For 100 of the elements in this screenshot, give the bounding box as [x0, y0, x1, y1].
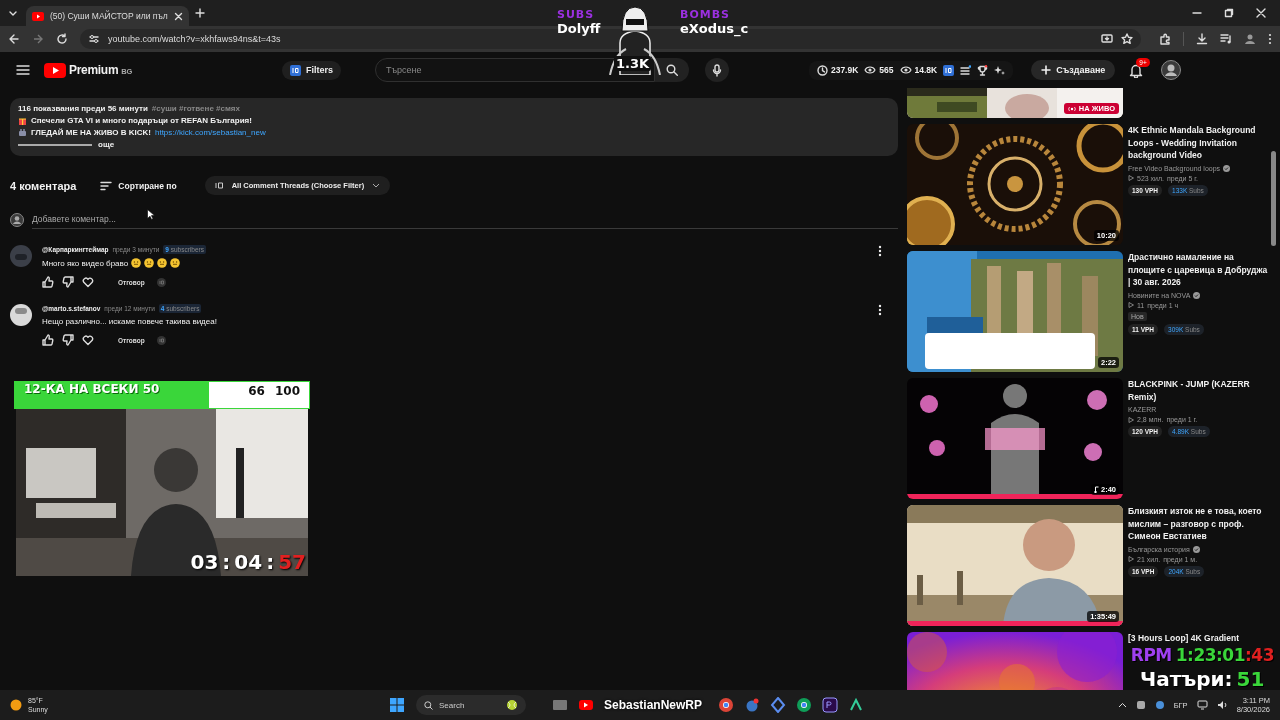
close-icon[interactable] — [1256, 8, 1266, 18]
emoji-icon — [170, 258, 181, 268]
video-title[interactable]: BLACKPINK - JUMP (KAZERR Remix) — [1128, 378, 1268, 403]
voice-search-button[interactable] — [704, 58, 729, 82]
site-info-icon[interactable] — [88, 33, 100, 45]
media-icon[interactable] — [1220, 33, 1232, 45]
play-icon — [1128, 302, 1134, 308]
browser-icon[interactable] — [718, 697, 735, 713]
video-title[interactable]: 4K Ethnic Mandala Background Loops - Wedding Invitation background Video — [1128, 124, 1268, 162]
more-icon[interactable] — [878, 304, 882, 316]
video-description[interactable]: 116 показвания преди 56 минути #суши #готвене #смях Спечели GTA VI и много подаръци от REFAN България! ГЛЕДАЙ МЕ НА ЖИВО В KICK! https://kick.com/sebastian_new още — [10, 98, 898, 156]
emoji-icon — [131, 258, 142, 268]
weather-sun-icon[interactable] — [10, 699, 22, 711]
menu-icon[interactable] — [16, 64, 30, 76]
premiere-icon[interactable] — [822, 697, 839, 713]
trophy-icon[interactable] — [977, 64, 989, 76]
chatters-counter: Чатъри: 51 — [1140, 667, 1265, 691]
countdown-timer: 03 : 04 : 57 — [190, 550, 306, 574]
chevron-down-icon — [372, 183, 381, 188]
avatar-icon[interactable] — [1161, 60, 1182, 80]
eye-icon — [864, 65, 877, 75]
goal-label: 12-КА НА ВСЕКИ 50 — [24, 382, 160, 396]
like-icon[interactable] — [42, 276, 54, 288]
tennis-ball-icon — [506, 699, 518, 711]
download-icon[interactable] — [1196, 33, 1208, 45]
streamer-icon — [18, 128, 27, 137]
app-icon[interactable] — [744, 697, 761, 713]
comment-text: Нещо различно... искаме повече такива видеа! — [42, 317, 217, 326]
app-icon[interactable] — [848, 697, 865, 713]
microphone-icon — [711, 63, 722, 77]
sort-button[interactable]: Сортиране по — [100, 180, 177, 191]
comment-count: 4 коментара — [10, 179, 77, 192]
app-icon[interactable] — [770, 697, 787, 713]
more-link[interactable]: още — [98, 140, 115, 149]
play-icon — [1128, 416, 1134, 423]
avatar-icon — [10, 213, 24, 227]
more-icon[interactable] — [878, 245, 882, 257]
tray-icon[interactable] — [1135, 700, 1146, 710]
heart-icon[interactable] — [82, 334, 94, 346]
heart-icon[interactable] — [82, 276, 94, 288]
dislike-icon[interactable] — [62, 334, 74, 346]
reload-icon[interactable] — [56, 33, 68, 45]
search-icon — [424, 700, 433, 710]
taskbar-search[interactable]: Search — [416, 695, 526, 715]
dislike-icon[interactable] — [62, 276, 74, 288]
stat-value: 565 — [879, 65, 894, 75]
create-button[interactable]: Създаване — [1031, 60, 1116, 80]
volume-icon[interactable] — [1216, 700, 1228, 710]
video-title[interactable]: [3 Hours Loop] 4K Gradient — [1128, 632, 1268, 645]
play-icon — [1128, 556, 1134, 562]
search-button[interactable] — [654, 58, 689, 82]
overlay-label: BOMBS — [680, 8, 731, 22]
logo-text[interactable]: Premium — [69, 63, 119, 77]
video-app-icon[interactable] — [578, 697, 594, 713]
extensions-icon[interactable] — [1159, 33, 1171, 45]
browser-icon[interactable] — [796, 697, 813, 713]
close-icon[interactable] — [173, 11, 183, 21]
avatar-icon[interactable] — [10, 304, 32, 326]
tray-icon[interactable] — [1154, 700, 1165, 710]
hashtags[interactable]: #суши #готвене #смях — [151, 104, 240, 113]
menu-icon[interactable] — [1268, 33, 1272, 45]
description-link[interactable]: https://kick.com/sebastian_new — [154, 128, 266, 137]
filters-button[interactable]: Filters — [281, 60, 341, 80]
start-icon[interactable] — [390, 698, 404, 712]
video-logo-icon[interactable] — [44, 62, 66, 78]
profile-icon[interactable] — [1244, 33, 1256, 45]
streamer-name: SebastianNewRP — [604, 698, 703, 712]
plus-icon — [1041, 65, 1052, 75]
description-line: Спечели GTA VI и много подаръци от REFAN България! — [31, 116, 252, 125]
emoji-icon — [144, 258, 155, 268]
video-title[interactable]: Близкият изток не е това, което мислим – разговор с проф. Симеон Евстатиев — [1128, 505, 1268, 543]
new-tab-icon[interactable] — [194, 8, 205, 18]
rpm-counter: RPM 1:23:01:43 — [1130, 645, 1274, 665]
sparkle-icon[interactable] — [994, 64, 1006, 76]
like-icon[interactable] — [42, 334, 54, 346]
description-line: ГЛЕДАЙ МЕ НА ЖИВО В KICK! — [31, 128, 151, 137]
forward-icon[interactable] — [32, 33, 44, 45]
install-icon[interactable] — [1101, 33, 1113, 45]
star-icon[interactable] — [1121, 33, 1133, 45]
network-icon[interactable] — [1196, 700, 1208, 710]
video-site-icon — [32, 11, 44, 21]
comment-input[interactable]: Добавете коментар... — [32, 211, 898, 229]
list-icon[interactable] — [960, 64, 972, 76]
emoji-icon — [157, 258, 168, 268]
browser-tab[interactable]: (50) Суши МАЙСТОР или пъл — [26, 6, 189, 26]
search-icon — [665, 64, 678, 76]
files-icon[interactable] — [552, 697, 568, 713]
restore-icon[interactable] — [1224, 8, 1234, 18]
sort-icon — [100, 180, 113, 191]
chevron-up-icon[interactable] — [1117, 702, 1127, 708]
back-icon[interactable] — [8, 33, 20, 45]
overlay-label: SUBS — [557, 8, 596, 22]
video-meta: 116 показвания преди 56 минути — [18, 104, 148, 113]
overlay-count: 1.3K — [614, 56, 652, 71]
goal-total: 100 — [274, 384, 300, 398]
goal-current: 66 — [248, 384, 265, 398]
extension-icon[interactable] — [943, 64, 955, 76]
comment-text: Много яко видео браво — [42, 258, 129, 268]
cursor-icon — [147, 209, 155, 220]
video-title[interactable]: Драстично намаление на площите с царевица в Добруджа | 30 авг. 2026 — [1128, 251, 1268, 289]
